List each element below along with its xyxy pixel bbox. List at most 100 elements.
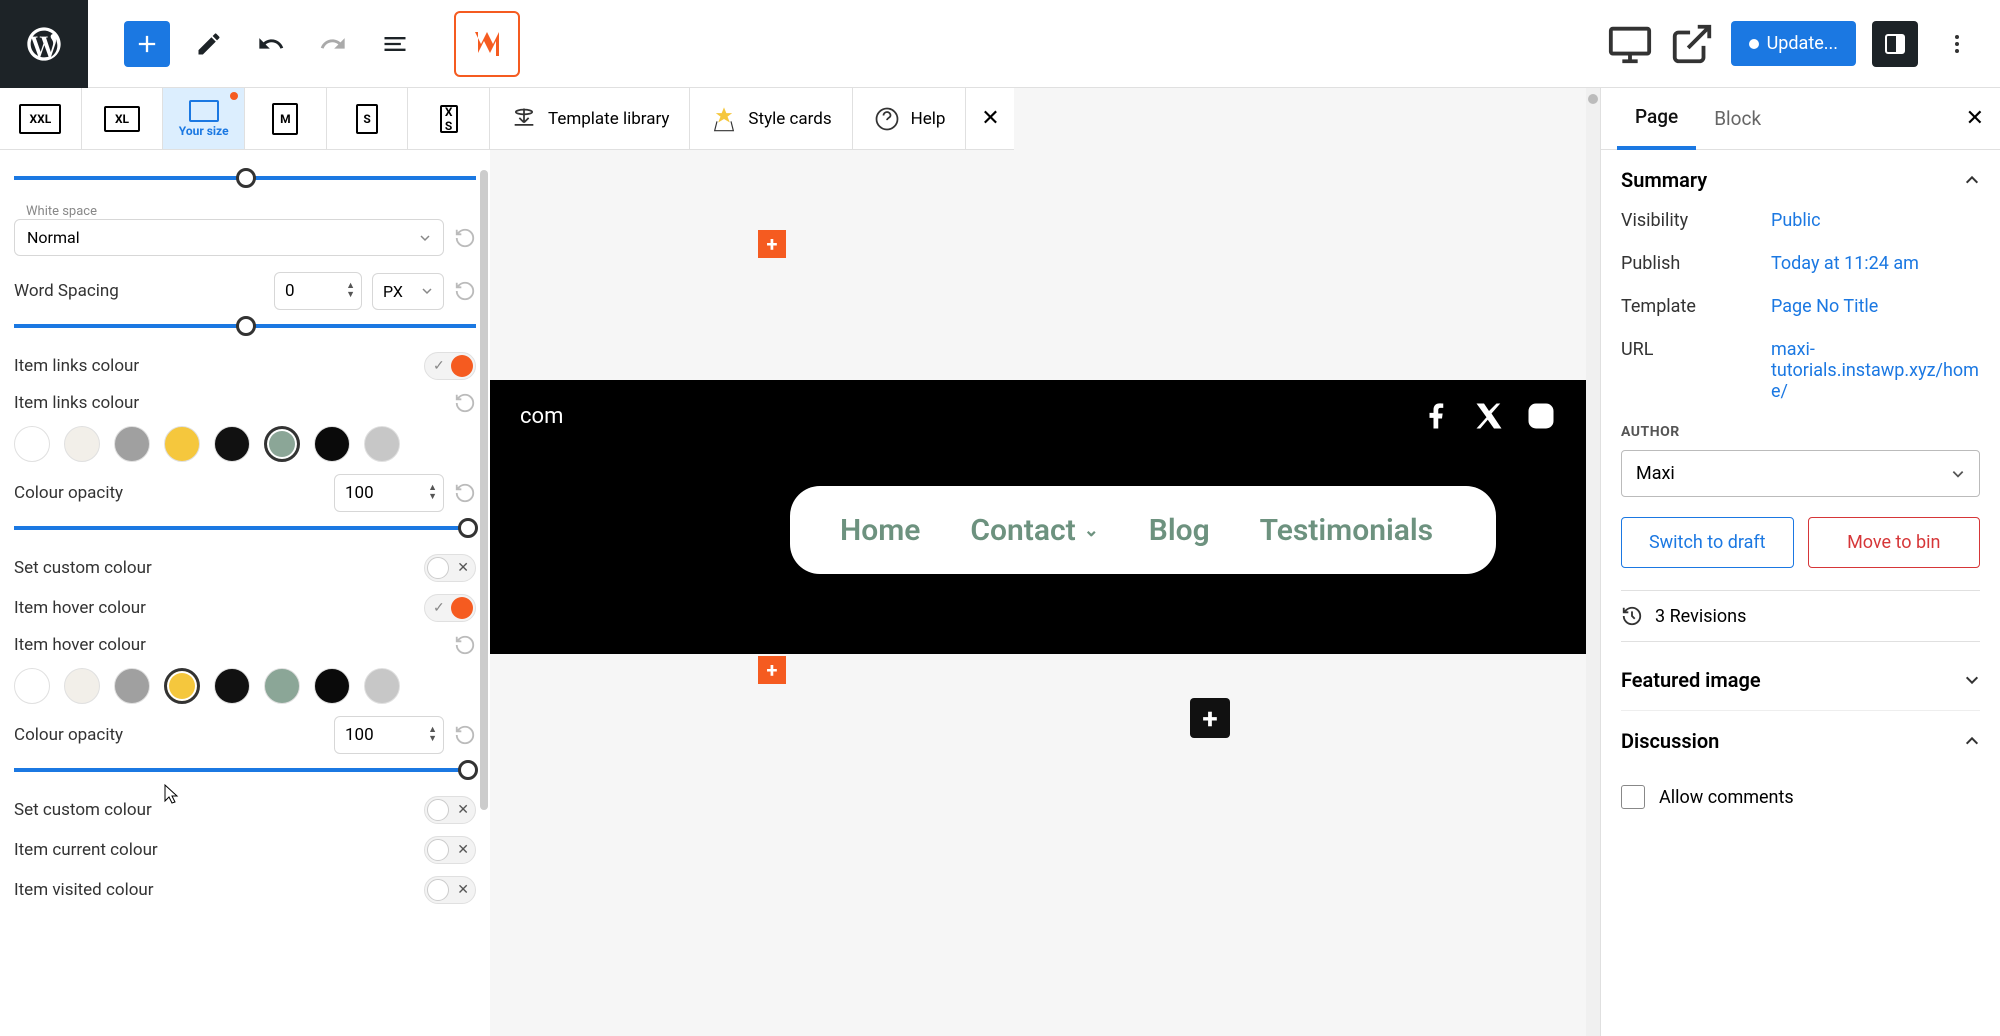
nav-testimonials[interactable]: Testimonials <box>1260 513 1433 548</box>
item-links-colour-label: Item links colour <box>14 393 444 413</box>
reset-icon[interactable] <box>454 482 476 504</box>
reset-icon[interactable] <box>454 227 476 249</box>
reset-icon[interactable] <box>454 634 476 656</box>
tab-page[interactable]: Page <box>1617 88 1696 150</box>
add-block-button[interactable]: + <box>1190 698 1230 738</box>
swatch[interactable] <box>314 426 350 462</box>
close-panel-icon[interactable]: ✕ <box>1966 106 1984 131</box>
style-cards-button[interactable]: Style cards <box>690 88 852 150</box>
breakpoint-l[interactable]: Your size <box>163 88 245 149</box>
add-block-button[interactable] <box>124 21 170 67</box>
swatch[interactable] <box>364 668 400 704</box>
instagram-icon[interactable] <box>1526 401 1556 431</box>
redo-icon[interactable] <box>310 21 356 67</box>
swatch[interactable] <box>64 668 100 704</box>
sidebar-scroll-area: White space Normal Word Spacing 0 ▲▼ PX <box>0 150 490 1036</box>
slider-thumb[interactable] <box>458 760 478 780</box>
breakpoint-xl[interactable]: XL <box>82 88 164 149</box>
facebook-icon[interactable] <box>1422 401 1452 431</box>
white-space-select[interactable]: Normal <box>14 219 444 256</box>
canvas-scrollbar[interactable] <box>1586 88 1600 1036</box>
item-links-colour-toggle-label: Item links colour <box>14 356 424 376</box>
swatch[interactable] <box>114 668 150 704</box>
swatch[interactable] <box>214 426 250 462</box>
switch-to-draft-button[interactable]: Switch to draft <box>1621 517 1794 568</box>
template-label: Template <box>1621 296 1771 317</box>
colour-opacity-label-2: Colour opacity <box>14 725 324 745</box>
swatch[interactable] <box>314 668 350 704</box>
nav-blog[interactable]: Blog <box>1149 513 1210 548</box>
reset-icon[interactable] <box>454 280 476 302</box>
opacity-input-2[interactable]: 100 ▲▼ <box>334 716 444 754</box>
item-visited-colour-toggle[interactable]: ✕ <box>424 876 476 904</box>
custom-colour-toggle[interactable]: ✕ <box>424 554 476 582</box>
item-visited-colour-label: Item visited colour <box>14 880 424 900</box>
swatch[interactable] <box>114 426 150 462</box>
x-twitter-icon[interactable] <box>1474 401 1504 431</box>
social-icons <box>1422 401 1556 431</box>
update-label: Update... <box>1767 33 1838 54</box>
sidebar-scrollbar[interactable] <box>478 150 490 1036</box>
preview-icon[interactable] <box>1669 21 1715 67</box>
allow-comments-checkbox[interactable] <box>1621 785 1645 809</box>
slider-thumb[interactable] <box>458 518 478 538</box>
nav-home[interactable]: Home <box>840 513 920 548</box>
settings-panel-toggle[interactable] <box>1872 21 1918 67</box>
editor-topbar: Update... <box>0 0 2000 88</box>
word-spacing-input[interactable]: 0 ▲▼ <box>274 272 362 310</box>
nav-contact[interactable]: Contact ⌄ <box>970 513 1098 548</box>
revisions-row[interactable]: 3 Revisions <box>1621 590 1980 642</box>
template-value[interactable]: Page No Title <box>1771 296 1980 317</box>
discussion-section[interactable]: Discussion <box>1621 711 1980 771</box>
reset-icon[interactable] <box>454 724 476 746</box>
item-links-colour-toggle[interactable]: ✓ <box>424 352 476 380</box>
options-menu-icon[interactable] <box>1934 21 1980 67</box>
swatch[interactable] <box>14 668 50 704</box>
breakpoint-xs[interactable]: XS <box>408 88 490 149</box>
swatch[interactable] <box>214 668 250 704</box>
swatch-selected[interactable] <box>164 668 200 704</box>
summary-section-head[interactable]: Summary <box>1621 168 1980 192</box>
template-library-button[interactable]: Template library <box>490 88 690 150</box>
update-button[interactable]: Update... <box>1731 21 1856 66</box>
item-current-colour-label: Item current colour <box>14 840 424 860</box>
close-toolbar-icon[interactable]: ✕ <box>966 106 1014 131</box>
reset-icon[interactable] <box>454 392 476 414</box>
slider-thumb[interactable] <box>236 168 256 188</box>
visibility-value[interactable]: Public <box>1771 210 1980 231</box>
wordpress-logo[interactable] <box>0 0 88 88</box>
add-block-indicator[interactable]: + <box>758 656 786 684</box>
swatch[interactable] <box>164 426 200 462</box>
site-email-text: com <box>520 404 563 429</box>
move-to-bin-button[interactable]: Move to bin <box>1808 517 1981 568</box>
featured-image-section[interactable]: Featured image <box>1621 650 1980 711</box>
url-value[interactable]: maxi-tutorials.instawp.xyz/home/ <box>1771 339 1980 402</box>
swatch[interactable] <box>64 426 100 462</box>
swatch[interactable] <box>264 668 300 704</box>
list-view-icon[interactable] <box>372 21 418 67</box>
publish-value[interactable]: Today at 11:24 am <box>1771 253 1980 274</box>
add-block-indicator[interactable]: + <box>758 230 786 258</box>
breakpoint-xxl[interactable]: XXL <box>0 88 82 149</box>
slider-thumb[interactable] <box>236 316 256 336</box>
swatch-selected[interactable] <box>264 426 300 462</box>
breakpoint-m[interactable]: M <box>245 88 327 149</box>
opacity-input[interactable]: 100 ▲▼ <box>334 474 444 512</box>
edit-icon[interactable] <box>186 21 232 67</box>
tab-block[interactable]: Block <box>1696 88 1779 150</box>
word-spacing-unit[interactable]: PX <box>372 273 444 310</box>
item-current-colour-toggle[interactable]: ✕ <box>424 836 476 864</box>
desktop-view-icon[interactable] <box>1607 21 1653 67</box>
author-select[interactable]: Maxi <box>1621 450 1980 497</box>
nav-bar: Home Contact ⌄ Blog Testimonials <box>790 486 1496 574</box>
help-button[interactable]: Help <box>853 88 967 150</box>
maxi-blocks-icon[interactable] <box>454 11 520 77</box>
swatch[interactable] <box>14 426 50 462</box>
item-hover-colour-toggle[interactable]: ✓ <box>424 594 476 622</box>
undo-icon[interactable] <box>248 21 294 67</box>
custom-colour-toggle-2[interactable]: ✕ <box>424 796 476 824</box>
swatch[interactable] <box>364 426 400 462</box>
chevron-down-icon: ⌄ <box>1084 520 1099 541</box>
visibility-label: Visibility <box>1621 210 1771 231</box>
breakpoint-s[interactable]: S <box>327 88 409 149</box>
